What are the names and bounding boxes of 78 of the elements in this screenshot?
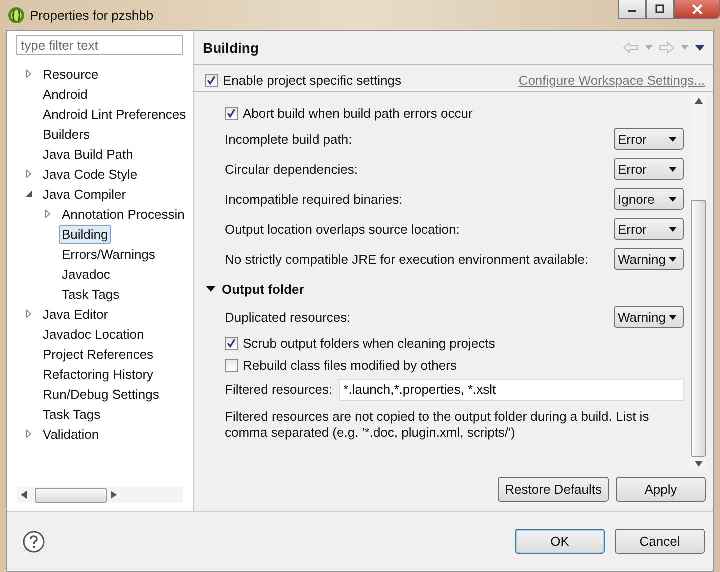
tree-item[interactable]: Javadoc bbox=[59, 264, 114, 284]
tree-item[interactable]: Run/Debug Settings bbox=[40, 384, 162, 404]
section-title[interactable]: Output folder bbox=[222, 282, 304, 296]
caret-icon bbox=[669, 256, 677, 262]
vertical-scrollbar[interactable] bbox=[690, 94, 707, 469]
tree-item[interactable]: Javadoc Location bbox=[40, 324, 148, 344]
tree-item[interactable]: Builders bbox=[40, 124, 93, 144]
severity-dropdown[interactable]: Warning bbox=[614, 248, 684, 270]
checkbox-label: Rebuild class files modified by others bbox=[243, 358, 457, 372]
caret-icon bbox=[669, 166, 677, 172]
left-arrow-icon[interactable] bbox=[21, 491, 27, 499]
minimize-button[interactable] bbox=[618, 0, 646, 19]
checkbox-label: Abort build when build path errors occur bbox=[243, 106, 473, 120]
filter-field[interactable]: type filter text bbox=[16, 35, 183, 55]
collapse-triangle-icon[interactable] bbox=[206, 285, 216, 293]
option-label: Circular dependencies: bbox=[225, 162, 358, 176]
tree-item[interactable]: Task Tags bbox=[40, 404, 104, 424]
page-button[interactable]: Apply bbox=[616, 477, 706, 502]
tree-item[interactable]: Java Editor bbox=[40, 304, 112, 324]
close-icon bbox=[692, 4, 702, 14]
field-label: Filtered resources: bbox=[225, 382, 333, 397]
option-label: Duplicated resources: bbox=[225, 310, 351, 324]
expand-triangle-icon[interactable] bbox=[25, 310, 33, 318]
dialog-button[interactable]: OK bbox=[515, 529, 605, 554]
expand-triangle-icon[interactable] bbox=[25, 70, 33, 78]
window-title: Properties for pzshbb bbox=[30, 8, 154, 22]
option-label: Incompatible required binaries: bbox=[225, 192, 403, 206]
app-logo-icon bbox=[8, 6, 25, 24]
help-icon[interactable] bbox=[23, 530, 45, 552]
right-arrow-icon[interactable] bbox=[111, 491, 117, 499]
option-label: Output location overlaps source location: bbox=[225, 222, 460, 236]
tree-item[interactable]: Resource bbox=[40, 64, 102, 84]
tree-item[interactable]: Java Compiler bbox=[40, 184, 130, 204]
severity-dropdown[interactable]: Error bbox=[614, 218, 684, 240]
up-arrow-icon[interactable] bbox=[694, 98, 702, 104]
checkbox[interactable] bbox=[225, 358, 238, 372]
tree-item[interactable]: Building bbox=[59, 224, 112, 244]
help-text: Filtered resources are not copied to the output folder during a build. List is comma separated (e.g. '*.doc, plugin.xml, scripts/') bbox=[224, 408, 650, 441]
dialog-button[interactable]: Cancel bbox=[615, 529, 705, 554]
down-arrow-icon[interactable] bbox=[694, 461, 702, 467]
collapse-triangle-icon[interactable] bbox=[25, 190, 33, 198]
tree-item[interactable]: Java Code Style bbox=[40, 164, 141, 184]
tree-item[interactable]: Refactoring History bbox=[40, 364, 157, 384]
tree-item[interactable]: Android Lint Preferences bbox=[40, 104, 190, 124]
caret-icon bbox=[669, 196, 677, 202]
tree-item[interactable]: Errors/Warnings bbox=[59, 244, 158, 264]
tree-item[interactable]: Validation bbox=[40, 424, 102, 444]
checkbox-label: Scrub output folders when cleaning projects bbox=[243, 336, 496, 350]
filtered-resources-field[interactable]: *.launch,*.properties, *.xslt bbox=[338, 378, 684, 400]
checkbox[interactable] bbox=[205, 74, 218, 86]
checkbox-label: Enable project specific settings bbox=[223, 72, 402, 88]
view-menu-icon[interactable] bbox=[695, 44, 705, 50]
maximize-icon bbox=[655, 4, 665, 14]
configure-workspace-link[interactable]: Configure Workspace Settings... bbox=[518, 72, 705, 88]
close-button[interactable] bbox=[674, 0, 720, 19]
tree-item[interactable]: Project References bbox=[40, 344, 157, 364]
severity-dropdown[interactable]: Warning bbox=[614, 306, 684, 328]
maximize-button[interactable] bbox=[646, 0, 674, 19]
caret-icon bbox=[669, 226, 677, 232]
tree-item[interactable]: Java Build Path bbox=[40, 144, 136, 164]
tree-item[interactable]: Task Tags bbox=[59, 284, 123, 304]
page-title: Building bbox=[203, 40, 259, 56]
tree-item[interactable]: Annotation Processin bbox=[59, 204, 188, 224]
tree-item[interactable]: Android bbox=[40, 84, 91, 104]
checkbox[interactable] bbox=[225, 336, 238, 350]
expand-triangle-icon[interactable] bbox=[25, 170, 33, 178]
expand-triangle-icon[interactable] bbox=[25, 430, 33, 438]
horizontal-scrollbar[interactable] bbox=[17, 487, 183, 503]
option-label: No strictly compatible JRE for execution environment available: bbox=[225, 252, 588, 266]
caret-icon bbox=[669, 136, 677, 142]
option-label: Incomplete build path: bbox=[225, 132, 352, 146]
severity-dropdown[interactable]: Error bbox=[614, 158, 684, 180]
severity-dropdown[interactable]: Ignore bbox=[614, 188, 684, 210]
caret-icon bbox=[669, 314, 677, 320]
expand-triangle-icon[interactable] bbox=[44, 210, 52, 218]
severity-dropdown[interactable]: Error bbox=[614, 128, 684, 150]
checkbox[interactable] bbox=[225, 106, 238, 120]
page-button[interactable]: Restore Defaults bbox=[498, 477, 609, 502]
